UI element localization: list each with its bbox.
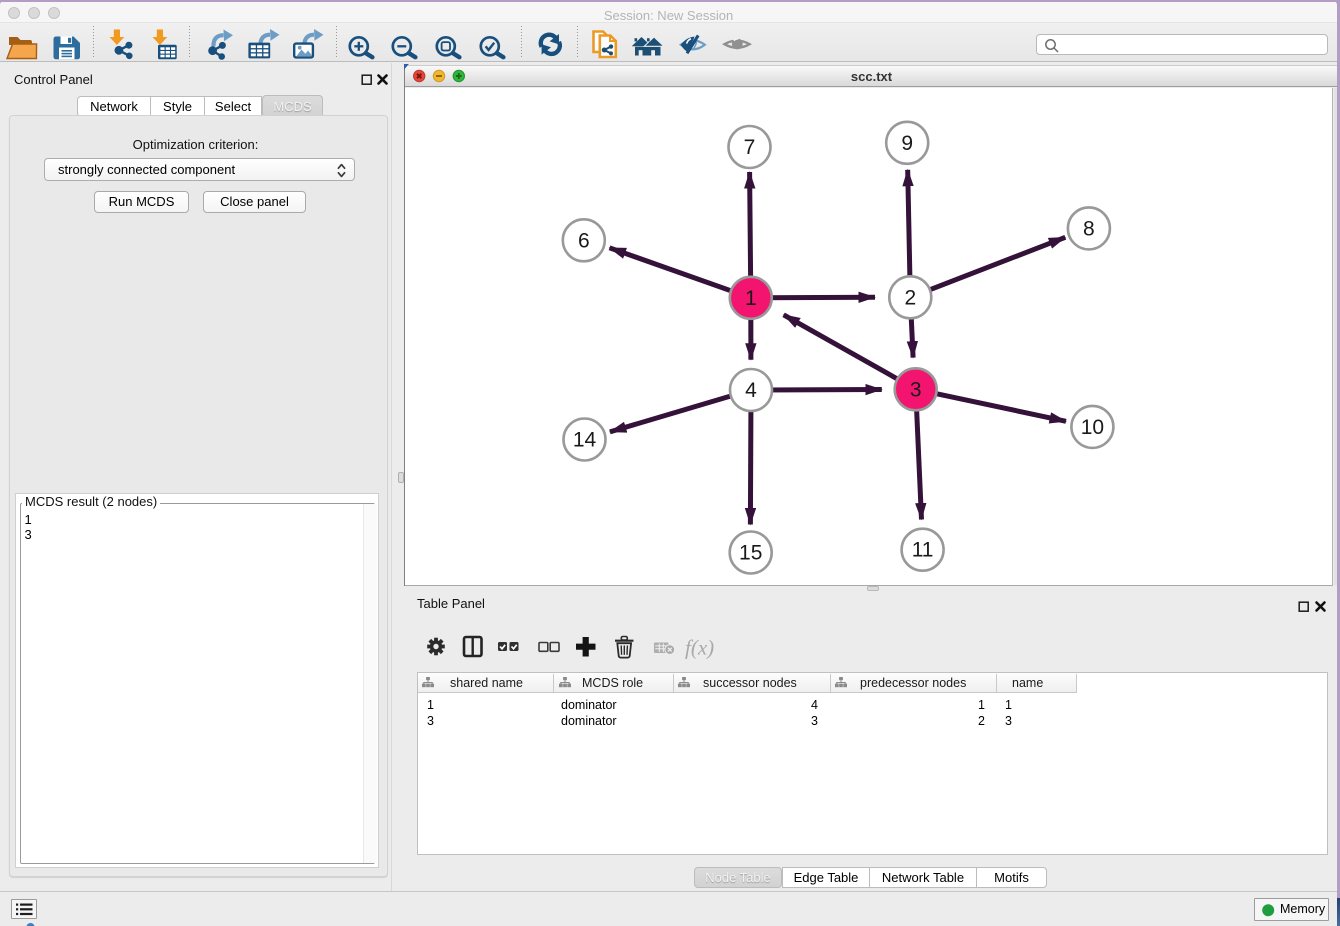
svg-text:9: 9 [901, 132, 913, 155]
svg-text:f(x): f(x) [685, 636, 714, 660]
svg-text:2: 2 [904, 286, 916, 309]
svg-text:10: 10 [1081, 416, 1104, 439]
svg-text:6: 6 [578, 229, 590, 252]
svg-text:15: 15 [739, 542, 762, 565]
svg-text:14: 14 [573, 429, 597, 452]
svg-text:3: 3 [910, 378, 922, 401]
svg-text:1: 1 [745, 287, 757, 310]
svg-text:8: 8 [1083, 217, 1095, 240]
svg-text:4: 4 [745, 379, 757, 402]
svg-text:7: 7 [744, 136, 756, 159]
svg-text:11: 11 [912, 539, 934, 562]
